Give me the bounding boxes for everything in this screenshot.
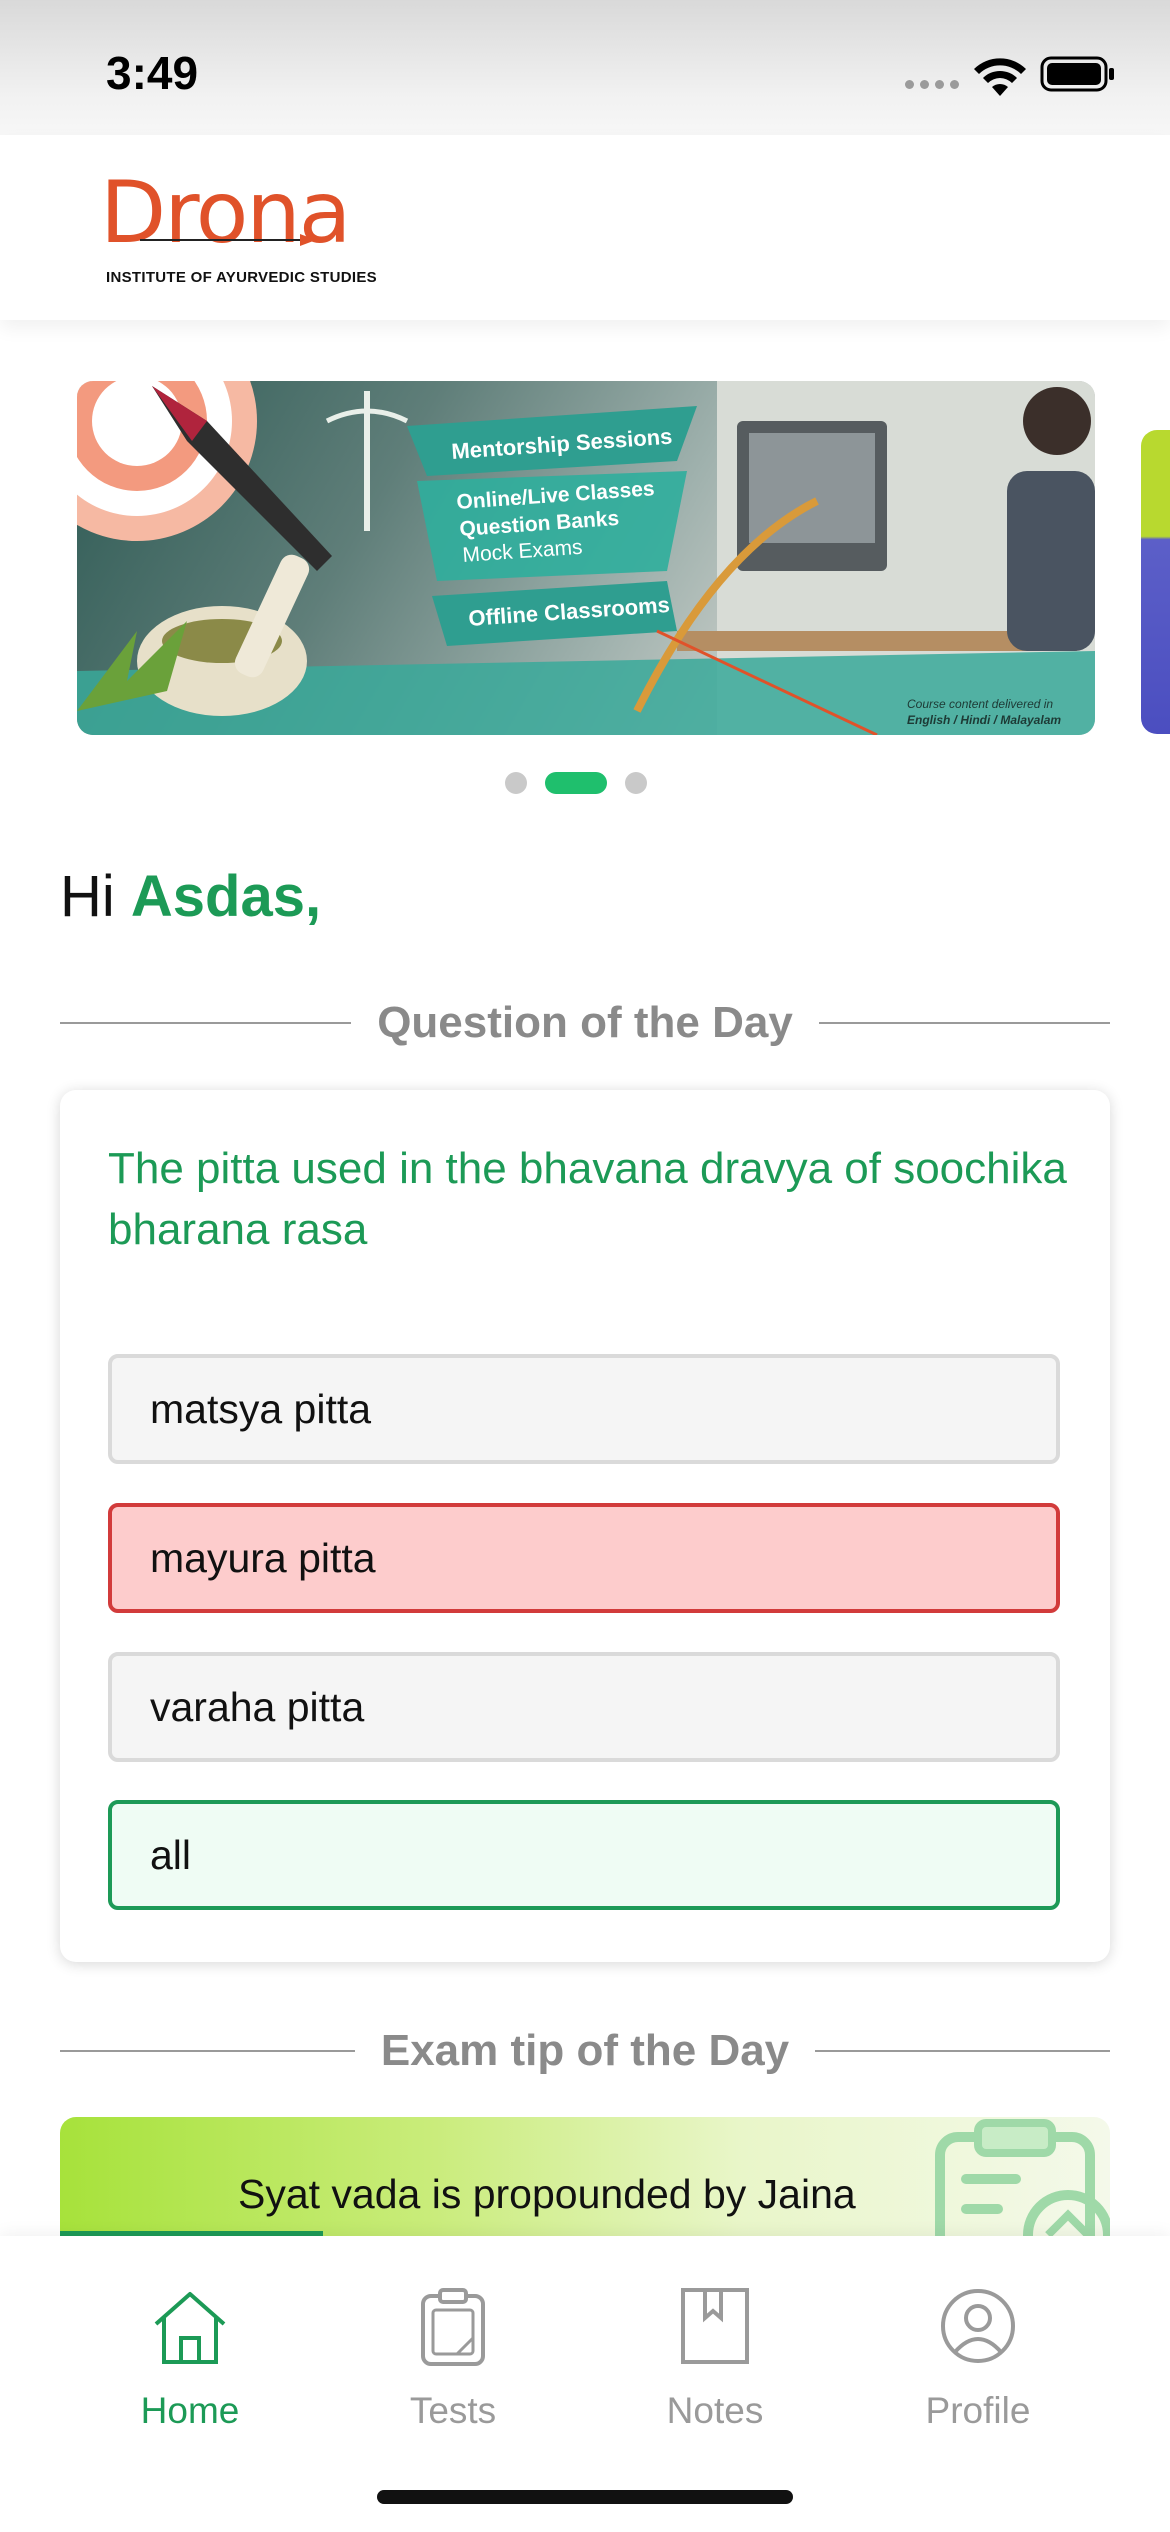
arrow-icon — [140, 234, 316, 246]
next-banner-peek[interactable] — [1141, 430, 1170, 734]
divider-line — [818, 1022, 1110, 1024]
carousel-dot[interactable] — [505, 772, 527, 794]
divider-line — [60, 1022, 352, 1024]
cellular-signal-icon — [905, 80, 959, 89]
clipboard-icon — [421, 2288, 485, 2366]
logo-subtitle: INSTITUTE OF AYURVEDIC STUDIES — [106, 269, 377, 286]
promo-banner[interactable]: Mentorship Sessions Online/Live Classes … — [77, 381, 1095, 735]
drona-logo[interactable]: Drona INSTITUTE OF AYURVEDIC STUDIES — [100, 163, 377, 293]
home-indicator[interactable] — [377, 2490, 793, 2504]
home-icon — [154, 2292, 226, 2364]
app-header: Drona INSTITUTE OF AYURVEDIC STUDIES — [0, 135, 1170, 320]
carousel-dot-active[interactable] — [545, 772, 607, 794]
option-label: varaha pitta — [150, 1683, 365, 1730]
section-title: Exam tip of the Day — [380, 2026, 790, 2075]
tab-home[interactable]: Home — [60, 2236, 320, 2436]
battery-icon — [1040, 56, 1114, 92]
clipboard-tip-icon — [935, 2119, 1110, 2237]
section-title: Question of the Day — [377, 998, 793, 1047]
answer-option[interactable]: varaha pitta — [108, 1652, 1060, 1762]
status-time: 3:49 — [106, 47, 199, 99]
divider-line — [815, 2050, 1110, 2052]
banner-footer: Course content delivered in — [907, 697, 1053, 711]
option-label: mayura pitta — [150, 1534, 376, 1581]
tab-label: Home — [140, 2390, 240, 2431]
option-label: matsya pitta — [150, 1385, 372, 1432]
bottom-tab-bar: Home Tests Notes Profile — [0, 2236, 1170, 2532]
carousel-dot[interactable] — [625, 772, 647, 794]
exam-tip-section-header: Exam tip of the Day — [60, 2026, 1110, 2076]
divider-line — [60, 2050, 355, 2052]
status-bar: 3:49 — [0, 0, 1170, 135]
answer-option-wrong[interactable]: mayura pitta — [108, 1503, 1060, 1613]
tab-profile[interactable]: Profile — [848, 2236, 1108, 2436]
bookmark-book-icon — [681, 2288, 749, 2364]
banner-footer: English / Hindi / Malayalam — [907, 713, 1061, 727]
answer-option[interactable]: matsya pitta — [108, 1354, 1060, 1464]
exam-tip-card[interactable]: Syat vada is propounded by Jaina — [60, 2117, 1110, 2237]
question-text: The pitta used in the bhavana dravya of … — [108, 1144, 1067, 1254]
greeting-prefix: Hi — [60, 864, 115, 929]
tab-label: Tests — [409, 2390, 497, 2431]
banner-illustration: Mentorship Sessions Online/Live Classes … — [77, 381, 1095, 735]
logo-wordmark: Drona — [100, 163, 352, 263]
tab-notes[interactable]: Notes — [585, 2236, 845, 2436]
qotd-section-header: Question of the Day — [60, 998, 1110, 1048]
user-circle-icon — [941, 2289, 1015, 2363]
exam-tip-text: Syat vada is propounded by Jaina — [238, 2171, 856, 2217]
greeting: Hi Asdas, — [60, 863, 321, 930]
tab-tests[interactable]: Tests — [323, 2236, 583, 2436]
option-label: all — [150, 1831, 192, 1878]
user-name: Asdas, — [130, 864, 322, 929]
tab-label: Profile — [925, 2390, 1031, 2431]
wifi-icon — [974, 58, 1026, 96]
question-card: The pitta used in the bhavana dravya of … — [60, 1090, 1110, 1962]
answer-option-correct[interactable]: all — [108, 1800, 1060, 1910]
carousel-dots — [505, 772, 647, 794]
tab-label: Notes — [666, 2390, 764, 2431]
